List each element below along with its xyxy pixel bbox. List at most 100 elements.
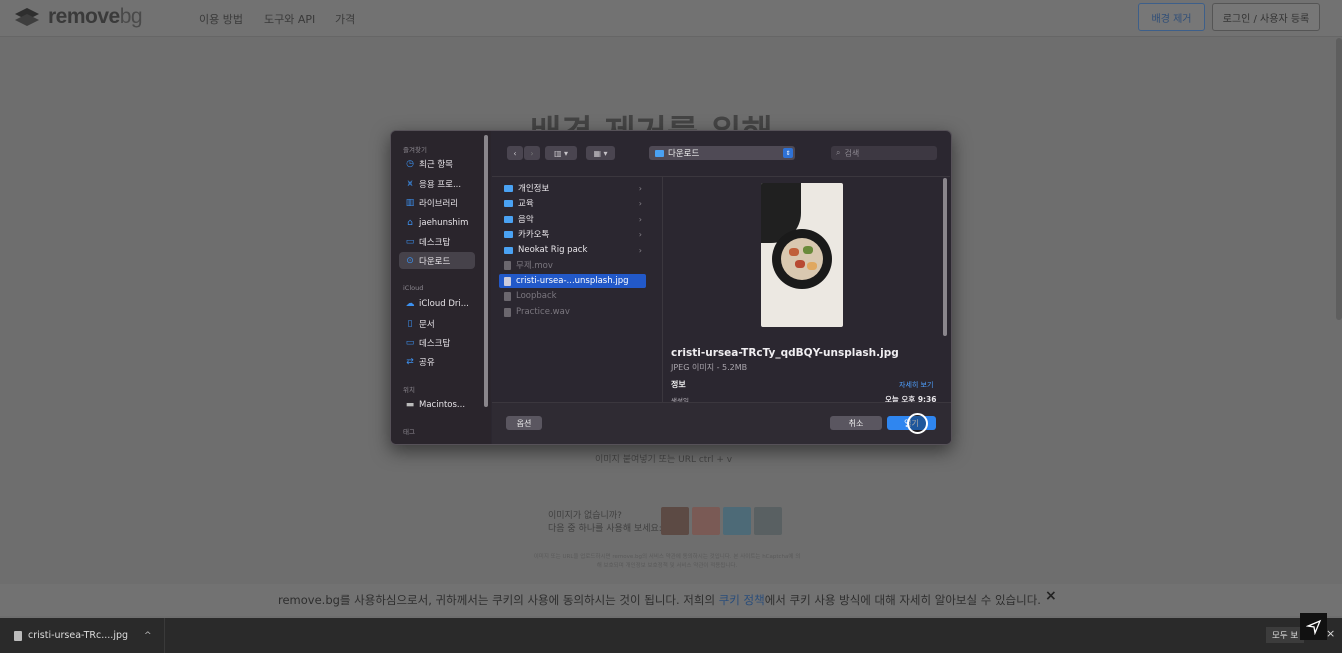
- tags-title: 태그: [403, 428, 415, 436]
- folder-icon: [504, 215, 513, 223]
- sidebar-item-label: Macintos...: [419, 399, 466, 410]
- sidebar-item-label: 문서: [419, 319, 435, 330]
- search-field[interactable]: ⌕ 검색: [831, 146, 937, 160]
- list-item-label: 음악: [518, 215, 534, 225]
- fine-print: 이미지 또는 URL을 업로드하시면 remove.bg의 서비스 약관에 동의…: [533, 554, 801, 569]
- show-more-link[interactable]: 자세히 보기: [899, 380, 933, 390]
- chevron-up-icon[interactable]: ^: [144, 631, 152, 641]
- dialog-footer: 옵션 취소 열기: [492, 402, 951, 444]
- download-file-name: cristi-ursea-TRc....jpg: [28, 630, 129, 641]
- login-signup-button[interactable]: 로그인 / 사용자 등록: [1212, 3, 1320, 31]
- file-list-column: 개인정보 › 교육 › 음악 › 카카오톡 › Neokat Rig pack › 무제.…: [492, 177, 663, 403]
- sidebar-item-icloud-desktop[interactable]: ▭ 데스크탑: [399, 334, 475, 351]
- logo-icon: [12, 6, 42, 28]
- open-button[interactable]: 열기: [887, 413, 936, 434]
- dialog-sidebar: 즐겨찾기 ◷ 최근 항목 ⩙ 응용 프로... ▥ 라이브러리 ⌂ jaehunshim…: [391, 131, 491, 444]
- cancel-button[interactable]: 취소: [830, 416, 882, 430]
- sample-image-1[interactable]: [661, 507, 689, 535]
- sidebar-item-applications[interactable]: ⩙ 응용 프로...: [399, 175, 475, 192]
- sample-image-3[interactable]: [723, 507, 751, 535]
- folder-icon: [504, 230, 513, 238]
- options-button[interactable]: 옵션: [506, 416, 542, 430]
- download-item[interactable]: cristi-ursea-TRc....jpg ^: [0, 618, 165, 653]
- disk-icon: ▬: [405, 399, 415, 410]
- list-item[interactable]: 카카오톡 ›: [499, 227, 646, 241]
- logo-main: remove: [48, 5, 120, 28]
- forward-button[interactable]: ›: [524, 146, 540, 160]
- sidebar-item-downloads[interactable]: ⊙ 다운로드: [399, 252, 475, 269]
- sidebar-item-label: 데스크탑: [419, 237, 451, 248]
- cookie-text-after: 에서 쿠키 사용 방식에 대해 자세히 알아보실 수 있습니다.: [764, 593, 1041, 607]
- list-item: 무제.mov: [499, 258, 646, 272]
- list-item[interactable]: 음악 ›: [499, 212, 646, 226]
- folder-icon: [655, 149, 664, 157]
- file-icon: [14, 630, 22, 641]
- nav-tools-api[interactable]: 도구와 API: [264, 11, 315, 27]
- file-open-dialog: 즐겨찾기 ◷ 최근 항목 ⩙ 응용 프로... ▥ 라이브러리 ⌂ jaehunshim…: [390, 130, 952, 445]
- sidebar-item-home[interactable]: ⌂ jaehunshim: [399, 214, 475, 231]
- chevron-right-icon: ›: [638, 214, 642, 224]
- apps-icon: ⩙: [407, 178, 413, 189]
- view-mode-button[interactable]: ▥ ▾: [545, 146, 577, 160]
- list-item-label: Neokat Rig pack: [518, 245, 588, 255]
- sidebar-item-macintosh-hd[interactable]: ▬ Macintos...: [399, 396, 475, 413]
- sidebar-item-label: 데스크탑: [419, 338, 451, 349]
- sample-image-4[interactable]: [754, 507, 782, 535]
- current-folder: 다운로드: [668, 149, 700, 159]
- folder-icon: [504, 246, 513, 254]
- info-heading: 정보: [671, 380, 686, 389]
- list-item-label: cristi-ursea-...unsplash.jpg: [516, 276, 629, 286]
- sidebar-item-label: 응용 프로...: [419, 179, 462, 190]
- show-all-button[interactable]: 모두 보: [1266, 627, 1305, 643]
- preview-scrollbar[interactable]: [943, 178, 947, 336]
- sidebar-scrollbar[interactable]: [484, 135, 488, 407]
- list-item[interactable]: 개인정보 ›: [499, 181, 646, 195]
- location-popup[interactable]: 다운로드 ⇕: [649, 146, 795, 160]
- list-item-label: Loopback: [516, 291, 557, 301]
- nav-pricing[interactable]: 가격: [335, 11, 355, 27]
- nav-how-to[interactable]: 이용 방법: [199, 11, 243, 27]
- shared-icon: ⇄: [406, 356, 414, 367]
- sidebar-item-label: jaehunshim: [419, 217, 469, 228]
- cookie-policy-link[interactable]: 쿠키 정책: [719, 593, 765, 607]
- chevron-right-icon: ›: [638, 183, 642, 193]
- sidebar-item-recents[interactable]: ◷ 최근 항목: [399, 155, 475, 172]
- sidebar-item-label: 다운로드: [419, 256, 451, 267]
- sidebar-item-library[interactable]: ▥ 라이브러리: [399, 194, 475, 211]
- list-item-label: 카카오톡: [518, 230, 550, 240]
- list-item[interactable]: Neokat Rig pack ›: [499, 243, 646, 257]
- logo[interactable]: removebg: [12, 5, 143, 29]
- list-item[interactable]: 교육 ›: [499, 196, 646, 210]
- home-icon: ⌂: [407, 217, 413, 228]
- sample-image-2[interactable]: [692, 507, 720, 535]
- sidebar-item-icloud-drive[interactable]: ☁ iCloud Dri...: [399, 295, 475, 312]
- back-button[interactable]: ‹: [507, 146, 523, 160]
- site-header: removebg 이용 방법 도구와 API 가격 배경 제거 로그인 / 사용…: [0, 0, 1342, 37]
- sidebar-item-shared[interactable]: ⇄ 공유: [399, 353, 475, 370]
- download-bar-close-icon[interactable]: ×: [1326, 627, 1335, 640]
- remove-background-button[interactable]: 배경 제거: [1138, 3, 1205, 31]
- desktop-icon: ▭: [405, 337, 415, 348]
- group-button[interactable]: ▦ ▾: [586, 146, 615, 160]
- list-item: Practice.wav: [499, 305, 646, 319]
- updown-arrows-icon: ⇕: [783, 148, 793, 158]
- download-icon: ⊙: [406, 255, 414, 266]
- no-image-prompt: 이미지가 없습니까? 다음 중 하나를 사용해 보세요:: [548, 510, 662, 536]
- no-image-line2: 다음 중 하나를 사용해 보세요:: [548, 524, 662, 534]
- no-image-line1: 이미지가 없습니까?: [548, 511, 622, 521]
- grid-icon: ▦ ▾: [593, 148, 608, 158]
- list-item-label: Practice.wav: [516, 307, 570, 317]
- list-item-selected[interactable]: cristi-ursea-...unsplash.jpg: [499, 274, 646, 288]
- image-file-icon: [504, 276, 511, 286]
- sidebar-item-label: 최근 항목: [419, 159, 453, 170]
- chevron-right-icon: ›: [638, 229, 642, 239]
- sidebar-item-documents[interactable]: ▯ 문서: [399, 315, 475, 332]
- page-scrollbar[interactable]: [1336, 38, 1342, 320]
- chevron-right-icon: ›: [530, 148, 534, 158]
- cookie-close-icon[interactable]: ×: [1045, 588, 1057, 604]
- sidebar-item-label: 공유: [419, 357, 435, 368]
- sidebar-item-desktop[interactable]: ▭ 데스크탑: [399, 233, 475, 250]
- favorites-title: 즐겨찾기: [403, 146, 427, 154]
- list-item: Loopback: [499, 289, 646, 303]
- document-icon: ▯: [407, 318, 413, 329]
